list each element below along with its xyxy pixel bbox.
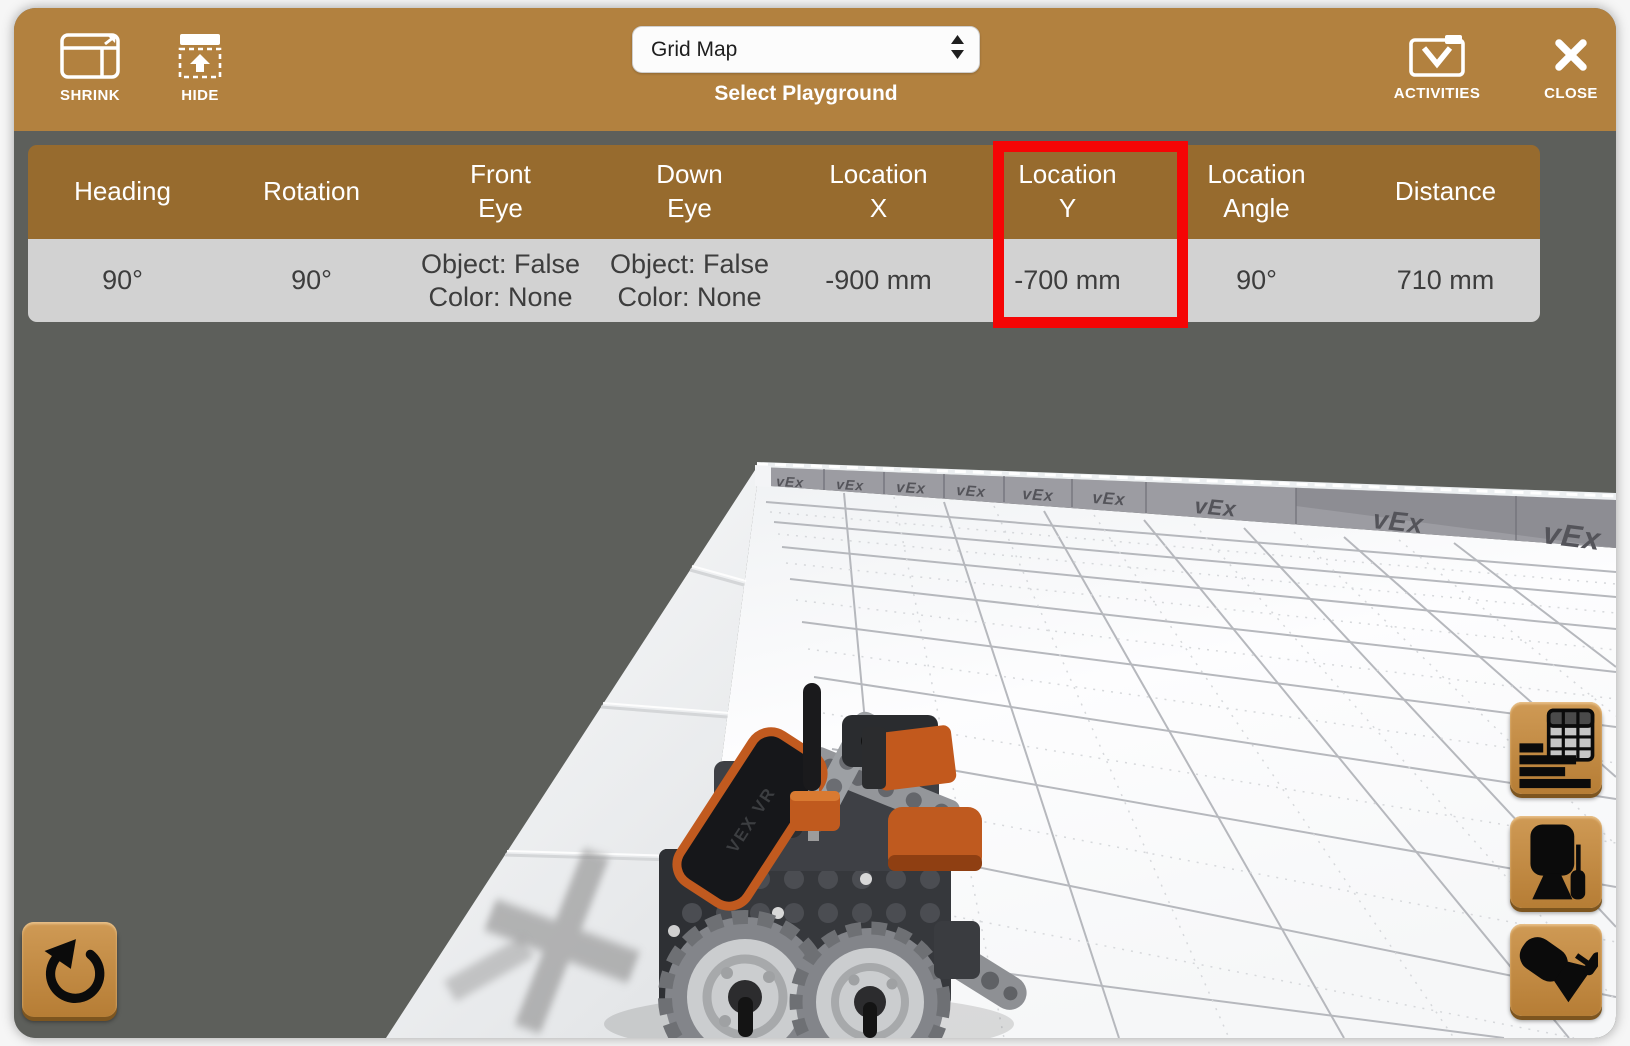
wall-logo: vEx — [956, 482, 987, 501]
shrink-button[interactable]: SHRINK — [50, 32, 130, 104]
reset-icon — [31, 929, 109, 1010]
playground-select[interactable]: Grid Map — [632, 26, 980, 73]
activities-button[interactable]: ACTIVITIES — [1382, 32, 1492, 102]
playground-select-value: Grid Map — [651, 38, 737, 62]
header-cell-distance: Distance — [1351, 145, 1540, 239]
shrink-label: SHRINK — [60, 87, 120, 104]
header-cell-rotation: Rotation — [217, 145, 406, 239]
wall-logo: vEx — [1022, 486, 1055, 505]
wall-logo: vEx — [1541, 515, 1604, 557]
value-cell-location-angle: 90° — [1162, 239, 1351, 322]
wall-logo: vEx — [776, 473, 805, 490]
close-button[interactable]: CLOSE — [1534, 32, 1608, 102]
value-cell-location-x: -900 mm — [784, 239, 973, 322]
select-updown-icon — [950, 34, 965, 66]
playground-select-caption: Select Playground — [632, 82, 980, 106]
robot-view-button[interactable] — [1510, 816, 1602, 908]
hide-label: HIDE — [181, 87, 218, 104]
value-cell-heading: 90° — [28, 239, 217, 322]
toolbar: SHRINK HIDE Grid Map — [14, 8, 1616, 131]
activities-icon — [1408, 32, 1466, 78]
value-cell-front-eye: Object: False Color: None — [406, 239, 595, 322]
wall-logo: vEx — [896, 479, 927, 498]
activities-label: ACTIVITIES — [1394, 85, 1481, 102]
playground-select-group: Grid Map Select Playground — [632, 26, 980, 106]
value-cell-location-y: -700 mm — [973, 239, 1162, 322]
sensor-table-header: Heading Rotation Front Eye Down Eye Loca… — [28, 145, 1540, 239]
header-cell-location-x: Location X — [784, 145, 973, 239]
wall-logo: vEx — [836, 476, 865, 493]
wall-logo: vEx — [1371, 504, 1425, 539]
wall-logo: vEx — [1194, 493, 1238, 522]
header-cell-front-eye: Front Eye — [406, 145, 595, 239]
hide-button[interactable]: HIDE — [164, 32, 236, 104]
value-cell-down-eye: Object: False Color: None — [595, 239, 784, 322]
header-cell-down-eye: Down Eye — [595, 145, 784, 239]
value-cell-rotation: 90° — [217, 239, 406, 322]
camera-view-button[interactable] — [1510, 924, 1602, 1016]
wall-logo: vEx — [1092, 488, 1127, 509]
close-label: CLOSE — [1544, 85, 1598, 102]
header-cell-location-angle: Location Angle — [1162, 145, 1351, 239]
playground-viewport: vEx vEx vEx vEx vEx vEx vEx vEx vEx — [14, 131, 1616, 1038]
sensor-table-values: 90° 90° Object: False Color: None Object… — [28, 239, 1540, 322]
dashboard-view-button[interactable] — [1510, 702, 1602, 794]
sensor-dashboard: Heading Rotation Front Eye Down Eye Loca… — [28, 145, 1540, 322]
shrink-icon — [59, 32, 121, 80]
value-cell-distance: 710 mm — [1351, 239, 1540, 322]
hide-icon — [177, 32, 223, 80]
robot-view-icon — [1514, 819, 1598, 906]
header-cell-heading: Heading — [28, 145, 217, 239]
camera-view-icon — [1514, 927, 1598, 1014]
playground-window: SHRINK HIDE Grid Map — [14, 8, 1616, 1038]
reset-button[interactable] — [22, 922, 117, 1017]
header-cell-location-y: Location Y — [973, 145, 1162, 239]
close-icon — [1550, 32, 1592, 78]
dashboard-view-icon — [1514, 705, 1598, 792]
